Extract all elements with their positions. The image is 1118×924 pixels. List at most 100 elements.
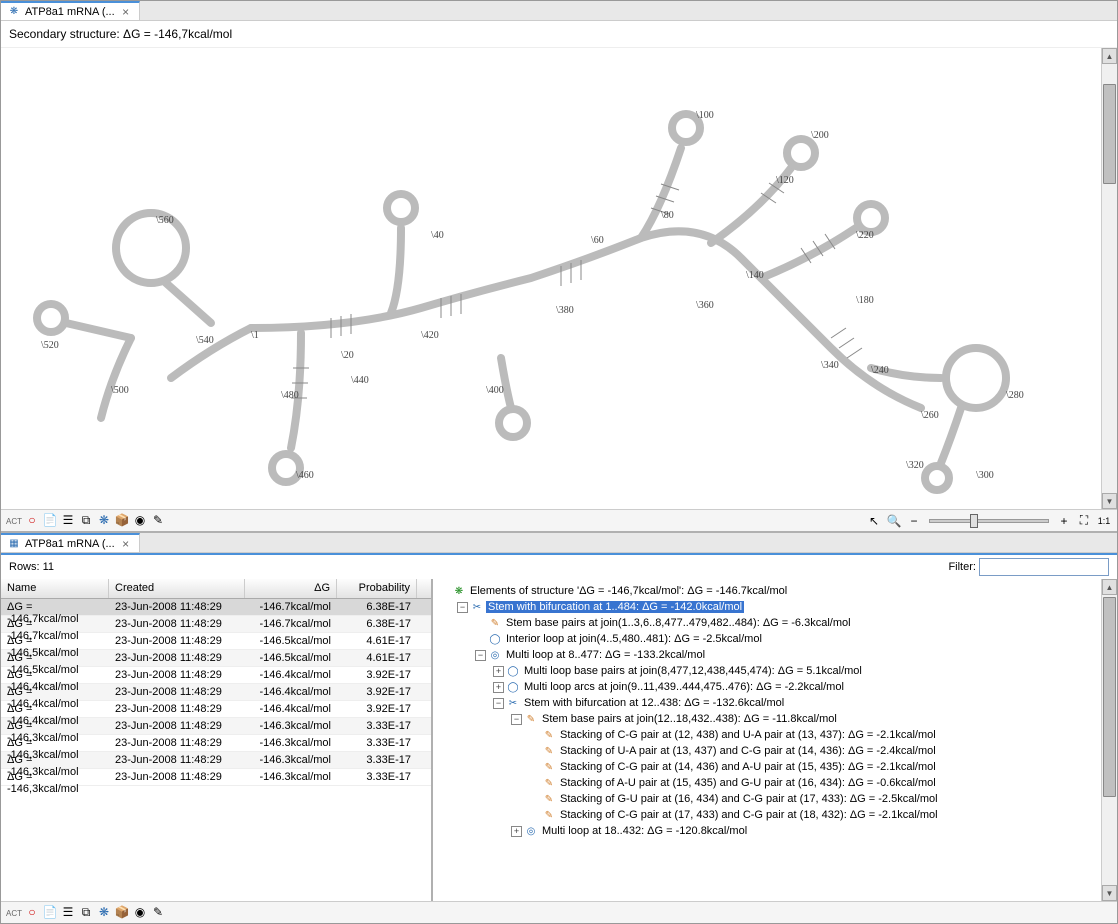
close-icon[interactable]: ×: [119, 5, 133, 19]
multi-icon: ◎: [524, 824, 538, 838]
tree-node[interactable]: ✎Stacking of U-A pair at (13, 437) and C…: [437, 743, 1113, 759]
col-dg[interactable]: ΔG: [245, 579, 337, 598]
cell-dg: -146.4kcal/mol: [245, 684, 337, 700]
canvas-scrollbar[interactable]: ▲ ▼: [1101, 48, 1117, 509]
toolbar-btn-2[interactable]: 📄: [41, 903, 59, 921]
expand-icon[interactable]: +: [493, 666, 504, 677]
scroll-up-icon[interactable]: ▲: [1102, 48, 1117, 64]
toolbar-btn-7[interactable]: ◉: [131, 511, 149, 529]
lower-tab-bar: ▦ ATP8a1 mRNA (... ×: [1, 533, 1117, 553]
expand-icon[interactable]: +: [493, 682, 504, 693]
tree-node[interactable]: +◎Multi loop at 18..432: ΔG = -120.8kcal…: [437, 823, 1113, 839]
toolbar-btn-8[interactable]: ✎: [149, 511, 167, 529]
pos-label: \60: [591, 235, 604, 246]
table-row[interactable]: ΔG = -146,4kcal/mol23-Jun-2008 11:48:29-…: [1, 701, 431, 718]
pos-label: \340: [821, 360, 839, 371]
scroll-down-icon[interactable]: ▼: [1102, 885, 1117, 901]
collapse-icon[interactable]: −: [493, 698, 504, 709]
filter-input[interactable]: [979, 558, 1109, 576]
stack-icon: ✎: [542, 728, 556, 742]
scroll-up-icon[interactable]: ▲: [1102, 579, 1117, 595]
zoom-slider[interactable]: [929, 519, 1049, 523]
tree-node[interactable]: −◎Multi loop at 8..477: ΔG = -133.2kcal/…: [437, 647, 1113, 663]
tree-node[interactable]: ❋Elements of structure 'ΔG = -146,7kcal/…: [437, 583, 1113, 599]
toolbar-btn-7[interactable]: ◉: [131, 903, 149, 921]
toolbar-btn-8[interactable]: ✎: [149, 903, 167, 921]
rows-count: Rows: 11: [9, 561, 54, 573]
tree-scrollbar[interactable]: ▲ ▼: [1101, 579, 1117, 901]
toolbar-btn-4[interactable]: ⧉: [77, 903, 95, 921]
table-row[interactable]: ΔG = -146,7kcal/mol23-Jun-2008 11:48:29-…: [1, 599, 431, 616]
col-created[interactable]: Created: [109, 579, 245, 598]
table-row[interactable]: ΔG = -146,5kcal/mol23-Jun-2008 11:48:29-…: [1, 633, 431, 650]
toolbar-btn-3[interactable]: ☰: [59, 511, 77, 529]
tree-node[interactable]: ✎Stacking of A-U pair at (15, 435) and G…: [437, 775, 1113, 791]
toolbar-btn-5[interactable]: ❋: [95, 903, 113, 921]
scroll-down-icon[interactable]: ▼: [1102, 493, 1117, 509]
toolbar-btn-6[interactable]: 📦: [113, 511, 131, 529]
tree-node[interactable]: ✎Stacking of G-U pair at (16, 434) and C…: [437, 791, 1113, 807]
table-row[interactable]: ΔG = -146,7kcal/mol23-Jun-2008 11:48:29-…: [1, 616, 431, 633]
toolbar-btn-0[interactable]: ACT: [5, 512, 23, 530]
cell-name: ΔG = -146,3kcal/mol: [1, 769, 109, 785]
table-row[interactable]: ΔG = -146,3kcal/mol23-Jun-2008 11:48:29-…: [1, 769, 431, 786]
toolbar-btn-6[interactable]: 📦: [113, 903, 131, 921]
close-icon[interactable]: ×: [119, 537, 133, 551]
tree-node[interactable]: ✎Stacking of C-G pair at (17, 433) and C…: [437, 807, 1113, 823]
tree-node[interactable]: −✂Stem with bifurcation at 12..438: ΔG =…: [437, 695, 1113, 711]
pointer-icon[interactable]: ↖: [865, 512, 883, 530]
expand-icon[interactable]: +: [511, 826, 522, 837]
cell-created: 23-Jun-2008 11:48:29: [109, 650, 245, 666]
pos-label: \440: [351, 375, 369, 386]
zoom-ratio-icon[interactable]: 1:1: [1095, 512, 1113, 530]
pos-label: \40: [431, 230, 444, 241]
table-row[interactable]: ΔG = -146,4kcal/mol23-Jun-2008 11:48:29-…: [1, 684, 431, 701]
cell-created: 23-Jun-2008 11:48:29: [109, 616, 245, 632]
table-row[interactable]: ΔG = -146,3kcal/mol23-Jun-2008 11:48:29-…: [1, 718, 431, 735]
toolbar-btn-4[interactable]: ⧉: [77, 511, 95, 529]
structure-canvas[interactable]: \1\20\40\60\80\100\120\140\180\200\220\2…: [1, 48, 1101, 509]
tree-node[interactable]: −✂Stem with bifurcation at 1..484: ΔG = …: [437, 599, 1113, 615]
cell-prob: 3.92E-17: [337, 667, 417, 683]
pos-label: \380: [556, 305, 574, 316]
tree-node[interactable]: +◯Multi loop arcs at join(9..11,439..444…: [437, 679, 1113, 695]
cell-dg: -146.3kcal/mol: [245, 752, 337, 768]
cell-dg: -146.3kcal/mol: [245, 769, 337, 785]
cell-dg: -146.3kcal/mol: [245, 718, 337, 734]
tree-label: Stem with bifurcation at 12..438: ΔG = -…: [522, 697, 786, 709]
tree-node[interactable]: −✎Stem base pairs at join(12..18,432..43…: [437, 711, 1113, 727]
cell-name: ΔG = -146,4kcal/mol: [1, 701, 109, 717]
cell-name: ΔG = -146,4kcal/mol: [1, 684, 109, 700]
zoom-fit-icon[interactable]: ⛶: [1075, 512, 1093, 530]
tree-node[interactable]: ✎Stem base pairs at join(1..3,6..8,477..…: [437, 615, 1113, 631]
toolbar-btn-1[interactable]: ○: [23, 511, 41, 529]
zoom-icon[interactable]: 🔍: [885, 512, 903, 530]
tree-node[interactable]: ✎Stacking of C-G pair at (12, 438) and U…: [437, 727, 1113, 743]
tree-node[interactable]: ✎Stacking of C-G pair at (14, 436) and A…: [437, 759, 1113, 775]
upper-tab[interactable]: ❋ ATP8a1 mRNA (... ×: [1, 1, 140, 20]
zoom-in-icon[interactable]: +: [1055, 512, 1073, 530]
collapse-icon[interactable]: −: [511, 714, 522, 725]
zoom-out-icon[interactable]: −: [905, 512, 923, 530]
table-row[interactable]: ΔG = -146,3kcal/mol23-Jun-2008 11:48:29-…: [1, 752, 431, 769]
tree-node[interactable]: +◯Multi loop base pairs at join(8,477,12…: [437, 663, 1113, 679]
table-row[interactable]: ΔG = -146,3kcal/mol23-Jun-2008 11:48:29-…: [1, 735, 431, 752]
collapse-icon[interactable]: −: [475, 650, 486, 661]
toolbar-btn-0[interactable]: ACT: [5, 904, 23, 922]
pos-label: \20: [341, 350, 354, 361]
tree-node[interactable]: ◯Interior loop at join(4..5,480..481): Δ…: [437, 631, 1113, 647]
table-row[interactable]: ΔG = -146,4kcal/mol23-Jun-2008 11:48:29-…: [1, 667, 431, 684]
col-prob[interactable]: Probability: [337, 579, 417, 598]
toolbar-btn-1[interactable]: ○: [23, 903, 41, 921]
lower-tab[interactable]: ▦ ATP8a1 mRNA (... ×: [1, 533, 140, 552]
collapse-icon[interactable]: −: [457, 602, 468, 613]
stack-icon: ✎: [542, 744, 556, 758]
cell-created: 23-Jun-2008 11:48:29: [109, 735, 245, 751]
col-name[interactable]: Name: [1, 579, 109, 598]
toolbar-btn-2[interactable]: 📄: [41, 511, 59, 529]
table-row[interactable]: ΔG = -146,5kcal/mol23-Jun-2008 11:48:29-…: [1, 650, 431, 667]
stack-icon: ✎: [542, 760, 556, 774]
tree-label: Elements of structure 'ΔG = -146,7kcal/m…: [468, 585, 789, 597]
toolbar-btn-5[interactable]: ❋: [95, 511, 113, 529]
toolbar-btn-3[interactable]: ☰: [59, 903, 77, 921]
